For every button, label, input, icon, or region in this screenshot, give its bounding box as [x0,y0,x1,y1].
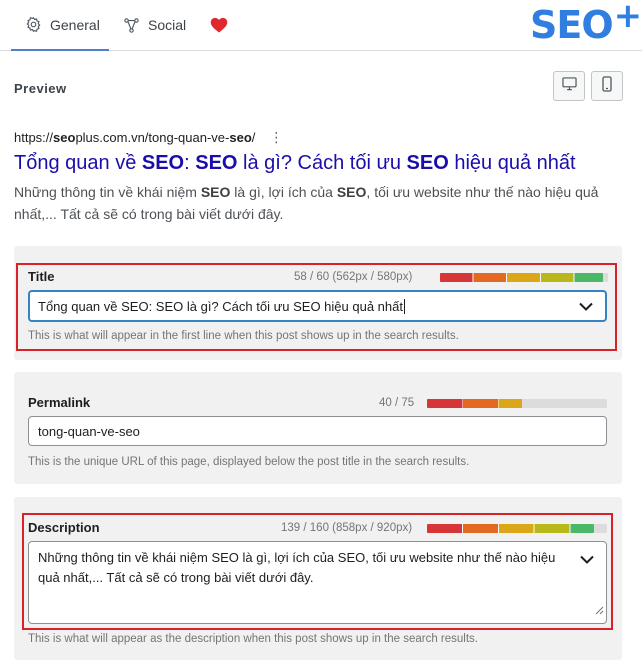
logo-plus: + [613,0,642,36]
description-field-label: Description [28,520,100,535]
title-char-count: 58 / 60 (562px / 580px) [294,271,413,283]
tab-social[interactable]: Social [123,0,186,50]
url-suffix: / [251,130,256,145]
permalink-meter-fill [427,399,523,408]
description-hint: This is what will appear as the descript… [28,633,478,645]
chevron-down-icon[interactable] [579,299,593,314]
serp-url: https://seo plus.com.vn/tong-quan-ve-seo /… [14,129,283,146]
heart-icon [210,17,228,33]
serp-desc-part: là gì, lợi ích của [230,184,337,200]
permalink-char-count: 40 / 75 [379,397,415,409]
permalink-input-value: tong-quan-ve-seo [38,423,140,439]
description-length-meter [427,524,607,533]
title-meter-fill [440,273,603,282]
serp-description: Những thông tin về khái niệm SEO là gì, … [14,181,614,225]
mobile-icon [602,75,612,97]
serp-title-part: : [184,152,196,174]
tab-favorite[interactable] [210,0,228,50]
description-textarea-value: Những thông tin về khái niệm SEO là gì, … [38,550,556,585]
serp-title-keyword: SEO [406,152,449,174]
tab-general-label: General [50,16,100,33]
vertical-dots-icon[interactable]: ⋮ [269,129,283,146]
description-textarea[interactable]: Những thông tin về khái niệm SEO là gì, … [28,541,607,624]
serp-desc-keyword: SEO [336,184,367,200]
url-prefix: https:// [14,130,54,145]
title-hint: This is what will appear in the first li… [28,330,459,342]
title-field-label: Title [28,269,55,284]
permalink-field-label: Permalink [28,395,91,410]
logo-text: SEO [530,3,614,47]
desktop-icon [561,76,577,96]
serp-title-part: Tổng quan về [14,152,142,174]
desktop-preview-button[interactable] [553,71,585,101]
description-field-panel: Description 139 / 160 (858px / 920px) Nh… [14,497,622,660]
resize-handle-icon[interactable] [595,601,604,621]
title-field-panel: Title 58 / 60 (562px / 580px) Tổng quan … [14,246,622,360]
chevron-down-icon[interactable] [580,550,594,570]
title-input[interactable]: Tổng quan về SEO: SEO là gì? Cách tối ưu… [28,290,607,322]
share-nodes-icon [123,17,140,34]
serp-title[interactable]: Tổng quan về SEO: SEO là gì? Cách tối ưu… [14,152,576,175]
permalink-field-panel: Permalink 40 / 75 tong-quan-ve-seo This … [14,372,622,484]
text-cursor [403,298,405,314]
serp-desc-part: Những thông tin về khái niệm [14,184,201,200]
tab-social-label: Social [148,17,187,33]
mobile-preview-button[interactable] [591,71,623,101]
seoplus-logo: SEO + [530,0,642,47]
title-input-value: Tổng quan về SEO: SEO là gì? Cách tối ưu… [38,298,403,314]
url-bold: seo [53,130,76,145]
serp-title-part: là gì? Cách tối ưu [237,152,407,174]
permalink-input[interactable]: tong-quan-ve-seo [28,416,607,446]
permalink-length-meter [427,399,607,408]
description-meter-fill [427,524,595,533]
title-length-meter [440,273,608,282]
url-bold-2: seo [229,130,252,145]
tab-bar: General Social SEO + [0,0,642,51]
preview-heading: Preview [14,81,67,96]
tab-general[interactable]: General [11,0,109,51]
serp-title-part: hiệu quả nhất [448,152,576,174]
permalink-hint: This is the unique URL of this page, dis… [28,456,470,468]
serp-title-keyword: SEO [195,152,238,174]
description-char-count: 139 / 160 (858px / 920px) [281,522,413,534]
serp-title-keyword: SEO [141,152,185,174]
url-mid: plus.com.vn/tong-quan-ve- [75,130,230,145]
gear-icon [25,16,42,33]
serp-desc-keyword: SEO [200,184,231,200]
